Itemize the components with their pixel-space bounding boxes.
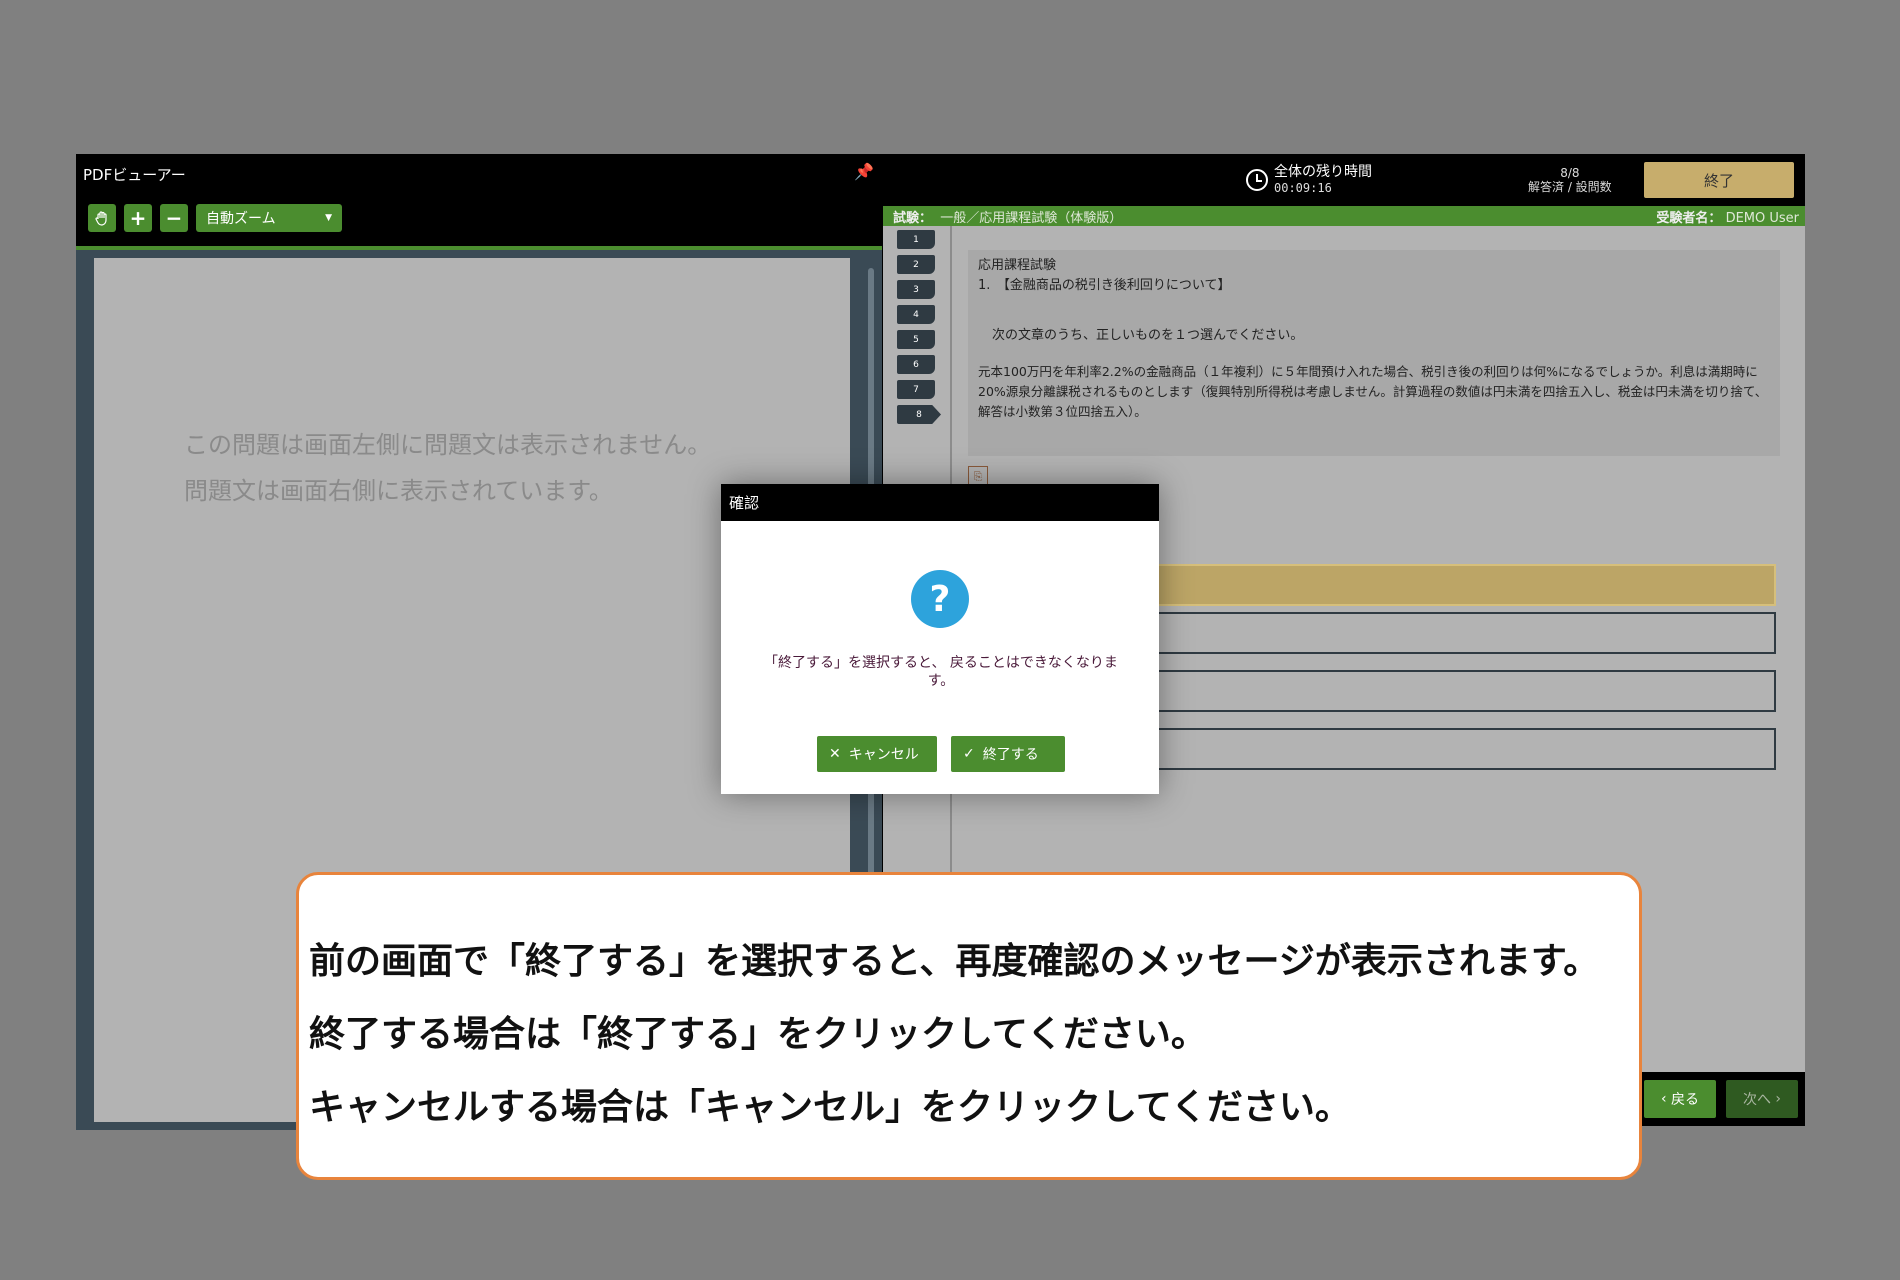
back-button[interactable]: ‹ 戻る bbox=[1644, 1080, 1716, 1118]
instruction-callout: 前の画面で「終了する」を選択すると、再度確認のメッセージが表示されます。 終了す… bbox=[296, 872, 1642, 1180]
exam-label: 試験： bbox=[893, 210, 933, 226]
callout-line2: 終了する場合は「終了する」をクリックしてください。 bbox=[309, 1014, 1207, 1055]
close-icon: ✕ bbox=[829, 746, 841, 762]
question-instruction: 次の文章のうち、正しいものを１つ選んでください。 bbox=[992, 328, 1304, 343]
question-tab[interactable]: 2 bbox=[897, 255, 935, 274]
minus-icon: − bbox=[165, 206, 183, 230]
pin-icon[interactable]: 📌 bbox=[854, 162, 874, 181]
chevron-left-icon: ‹ bbox=[1660, 1091, 1672, 1107]
question-nav-buttons: ‹ 戻る 次へ › bbox=[1644, 1080, 1798, 1118]
question-nav: 1 2 3 4 5 6 7 8 bbox=[897, 230, 945, 430]
next-label: 次へ bbox=[1742, 1092, 1771, 1108]
zoom-select-value: 自動ズーム bbox=[206, 211, 276, 227]
examinee-name: DEMO User bbox=[1725, 210, 1799, 226]
progress: 8/8 解答済 / 設問数 bbox=[1528, 166, 1612, 194]
pdf-viewer-title: PDFビューアー bbox=[83, 166, 186, 184]
confirm-dialog: 確認 ? 「終了する」を選択すると、 戻ることはできなくなります。 ✕ キャンセ… bbox=[721, 484, 1159, 794]
callout-line1: 前の画面で「終了する」を選択すると、再度確認のメッセージが表示されます。 bbox=[309, 941, 1600, 982]
back-label: 戻る bbox=[1671, 1092, 1700, 1108]
question-tab[interactable]: 6 bbox=[897, 355, 935, 374]
caret-down-icon: ▼ bbox=[325, 213, 332, 223]
check-icon: ✓ bbox=[963, 746, 975, 762]
clock-icon bbox=[1246, 169, 1268, 191]
pdf-toolbar: + − 自動ズーム ▼ bbox=[88, 204, 342, 232]
confirm-label: 終了する bbox=[982, 747, 1039, 763]
pdf-message: この問題は画面左側に問題文は表示されません。 問題文は画面右側に表示されています… bbox=[184, 422, 711, 514]
dialog-message: 「終了する」を選択すると、 戻ることはできなくなります。 bbox=[764, 655, 1118, 689]
zoom-out-button[interactable]: − bbox=[160, 204, 188, 232]
zoom-in-button[interactable]: + bbox=[124, 204, 152, 232]
timer: 全体の残り時間 00:09:16 bbox=[1246, 164, 1372, 196]
hand-tool-button[interactable] bbox=[88, 204, 116, 232]
dialog-title: 確認 bbox=[721, 484, 1159, 521]
question-tab[interactable]: 7 bbox=[897, 380, 935, 399]
pdf-message-line2: 問題文は画面右側に表示されています。 bbox=[184, 477, 613, 505]
chevron-right-icon: › bbox=[1770, 1091, 1782, 1107]
pdf-message-line1: この問題は画面左側に問題文は表示されません。 bbox=[184, 431, 712, 459]
cancel-button[interactable]: ✕ キャンセル bbox=[817, 736, 937, 772]
timer-value: 00:09:16 bbox=[1274, 181, 1332, 195]
question-tab[interactable]: 3 bbox=[897, 280, 935, 299]
dialog-buttons: ✕ キャンセル ✓ 終了する bbox=[817, 736, 1065, 772]
question-tab-current[interactable]: 8 bbox=[897, 405, 941, 424]
question-course: 応用課程試験 bbox=[978, 258, 1057, 273]
exam-name: 一般／応用課程試験（体験版） bbox=[940, 210, 1123, 226]
question-body: 元本100万円を年利率2.2%の金融商品（１年複利）に５年間預け入れた場合、税引… bbox=[978, 364, 1768, 419]
finish-button[interactable]: 終了 bbox=[1644, 162, 1794, 198]
next-button[interactable]: 次へ › bbox=[1726, 1080, 1798, 1118]
progress-label: 解答済 / 設問数 bbox=[1528, 180, 1612, 194]
exam-info-bar: 試験： 一般／応用課程試験（体験版） 受験者名： DEMO User bbox=[883, 206, 1805, 226]
plus-icon: + bbox=[129, 206, 147, 230]
callout-line3: キャンセルする場合は「キャンセル」をクリックしてください。 bbox=[309, 1087, 1351, 1128]
question-box: 応用課程試験 1. 【金融商品の税引き後利回りについて】 次の文章のうち、正しい… bbox=[968, 250, 1780, 456]
question-tab[interactable]: 1 bbox=[897, 230, 935, 249]
question-heading: 1. 【金融商品の税引き後利回りについて】 bbox=[978, 278, 1231, 293]
timer-label: 全体の残り時間 bbox=[1274, 164, 1372, 180]
question-tab[interactable]: 4 bbox=[897, 305, 935, 324]
question-tab[interactable]: 5 bbox=[897, 330, 935, 349]
progress-count: 8/8 bbox=[1560, 166, 1580, 180]
examinee-label: 受験者名： bbox=[1656, 210, 1722, 226]
cancel-label: キャンセル bbox=[848, 747, 919, 763]
confirm-finish-button[interactable]: ✓ 終了する bbox=[951, 736, 1065, 772]
question-mark-icon: ? bbox=[911, 570, 969, 628]
zoom-select[interactable]: 自動ズーム ▼ bbox=[196, 204, 342, 232]
hand-icon bbox=[95, 211, 107, 226]
